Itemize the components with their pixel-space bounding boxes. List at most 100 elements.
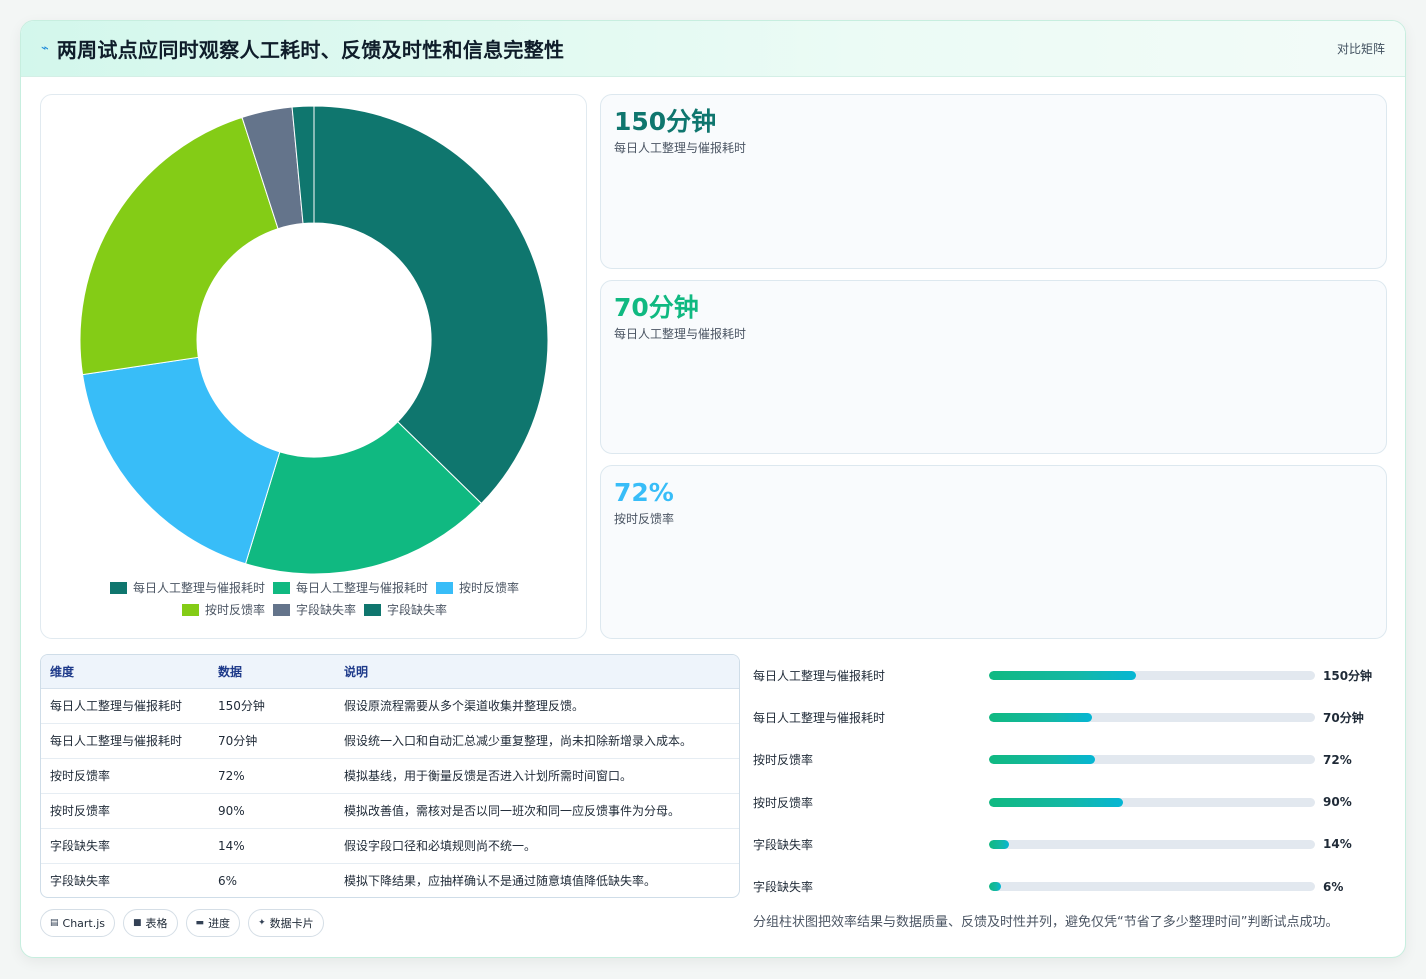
bar-row: 按时反馈率 72% xyxy=(753,739,1393,781)
bar-track xyxy=(989,839,1315,849)
cell-data: 14% xyxy=(209,828,335,864)
matrix-link[interactable]: 对比矩阵 xyxy=(1337,40,1385,57)
table-icon: ■ xyxy=(133,918,142,928)
legend-label: 字段缺失率 xyxy=(295,603,356,617)
progress-bars: 每日人工整理与催报耗时 150分钟 每日人工整理与催报耗时 70分钟 按时反馈率 72% 按… xyxy=(753,654,1393,908)
bolt-icon: ⌁ xyxy=(41,41,49,56)
bar-fill xyxy=(989,755,1095,765)
cell-dimension: 按时反馈率 xyxy=(41,758,209,794)
kpi-value: 70分钟 xyxy=(614,293,699,322)
cell-dimension: 字段缺失率 xyxy=(50,874,111,889)
bar-fill xyxy=(989,712,1092,722)
legend-item[interactable]: 每日人工整理与催报耗时 xyxy=(272,579,428,596)
column-header-dimension: 维度 xyxy=(41,655,209,689)
cell-dimension: 每日人工整理与催报耗时 xyxy=(41,688,209,724)
bar-track xyxy=(989,670,1315,680)
bar-label: 字段缺失率 xyxy=(753,880,814,895)
bar-label: 按时反馈率 xyxy=(753,753,814,768)
progress-icon: ▬ xyxy=(195,918,205,928)
tag-label: 表格 xyxy=(145,917,168,930)
tag-chip[interactable]: ■ 表格 xyxy=(123,909,178,937)
table-row: 按时反馈率 72% 模拟基线，用于衡量反馈是否进入计划所需时间窗口。 xyxy=(41,758,739,794)
tag-label: Chart.js xyxy=(62,916,106,930)
cell-note: 模拟下降结果，应抽样确认不是通过随意填值降低缺失率。 xyxy=(344,874,657,889)
legend-swatch xyxy=(364,603,381,616)
bar-track xyxy=(989,797,1315,807)
doughnut-slice[interactable] xyxy=(79,116,279,376)
header: ⌁ 两周试点应同时观察人工耗时、反馈及时性和信息完整性 对比矩阵 xyxy=(21,21,1405,77)
cell-note: 假设统一入口和自动汇总减少重复整理，尚未扣除新增录入成本。 xyxy=(335,723,739,759)
doughnut-chart-panel: 每日人工整理与催报耗时 每日人工整理与催报耗时 按时反馈率 按时反馈率 字段缺失率 字段缺… xyxy=(40,94,587,639)
doughnut-slice[interactable] xyxy=(82,356,281,565)
kpi-card-3: 72% 按时反馈率 xyxy=(600,465,1387,639)
kpi-label: 每日人工整理与催报耗时 xyxy=(614,327,747,341)
cell-note: 假设原流程需要从多个渠道收集并整理反馈。 xyxy=(335,688,739,724)
bar-value: 90% xyxy=(1323,795,1352,810)
bar-value: 6% xyxy=(1323,879,1344,894)
bar-fill xyxy=(989,670,1136,680)
kpi-card-2: 70分钟 每日人工整理与催报耗时 xyxy=(600,280,1387,454)
bar-row: 按时反馈率 90% xyxy=(753,781,1393,823)
footnote: 分组柱状图把效率结果与数据质量、反馈及时性并列，避免仅凭“节省了多少整理时间”判… xyxy=(753,915,1339,930)
table-row: 每日人工整理与催报耗时 70分钟 假设统一入口和自动汇总减少重复整理，尚未扣除新增录… xyxy=(41,723,739,759)
legend-item[interactable]: 每日人工整理与催报耗时 xyxy=(109,579,265,596)
column-header-note: 说明 xyxy=(335,655,739,689)
table-row: 字段缺失率 14% 假设字段口径和必填规则尚不统一。 xyxy=(41,828,739,864)
table-row: 每日人工整理与催报耗时 150分钟 假设原流程需要从多个渠道收集并整理反馈。 xyxy=(41,688,739,724)
legend-swatch xyxy=(109,581,127,594)
cell-note: 假设字段口径和必填规则尚不统一。 xyxy=(335,828,739,864)
kpi-label: 每日人工整理与催报耗时 xyxy=(614,141,747,155)
cell-note: 模拟基线，用于衡量反馈是否进入计划所需时间窗口。 xyxy=(335,758,739,794)
column-header-data: 数据 xyxy=(209,655,335,689)
legend-label: 每日人工整理与催报耗时 xyxy=(295,581,428,595)
tag-chip[interactable]: ▤ Chart.js xyxy=(40,909,116,937)
legend-item[interactable]: 字段缺失率 xyxy=(364,601,447,618)
bar-row: 字段缺失率 6% xyxy=(753,865,1393,907)
legend-item[interactable]: 字段缺失率 xyxy=(272,601,356,618)
legend-swatch xyxy=(181,603,199,616)
cell-data: 150分钟 xyxy=(209,688,335,724)
chart-legend: 每日人工整理与催报耗时 每日人工整理与催报耗时 按时反馈率 按时反馈率 字段缺失率 字段缺… xyxy=(41,579,588,623)
dashboard-card: ⌁ 两周试点应同时观察人工耗时、反馈及时性和信息完整性 对比矩阵 每日人工整理与… xyxy=(20,20,1406,958)
bar-label: 每日人工整理与催报耗时 xyxy=(753,710,886,725)
page-title: 两周试点应同时观察人工耗时、反馈及时性和信息完整性 xyxy=(56,38,565,62)
legend-label: 字段缺失率 xyxy=(387,603,448,617)
bar-value: 14% xyxy=(1323,837,1352,852)
tag-chip[interactable]: ▬ 进度 xyxy=(185,909,241,937)
kpi-value: 72% xyxy=(614,478,674,507)
card-icon: ✦ xyxy=(258,918,266,928)
doughnut-chart xyxy=(79,105,549,575)
chart-icon: ▤ xyxy=(50,918,59,928)
bar-value: 72% xyxy=(1323,752,1352,767)
legend-item[interactable]: 按时反馈率 xyxy=(436,579,519,596)
bar-fill xyxy=(989,882,1001,892)
kpi-value: 150分钟 xyxy=(614,107,717,136)
cell-data: 70分钟 xyxy=(209,723,335,759)
bar-fill xyxy=(989,839,1010,849)
bar-row: 字段缺失率 14% xyxy=(753,823,1393,865)
bar-label: 字段缺失率 xyxy=(753,837,814,852)
bar-track xyxy=(989,755,1315,765)
bar-label: 按时反馈率 xyxy=(753,795,814,810)
bar-fill xyxy=(989,797,1123,807)
cell-data: 6% xyxy=(218,873,238,888)
table-row: 字段缺失率 6% 模拟下降结果，应抽样确认不是通过随意填值降低缺失率。 xyxy=(41,863,739,897)
data-table: 维度 数据 说明 每日人工整理与催报耗时 150分钟 假设原流程需要从多个渠道收集并… xyxy=(40,654,740,898)
cell-data: 72% xyxy=(209,758,335,794)
legend-swatch xyxy=(272,603,290,616)
bar-track xyxy=(989,882,1315,892)
cell-dimension: 每日人工整理与催报耗时 xyxy=(41,723,209,759)
tag-chip[interactable]: ✦ 数据卡片 xyxy=(248,909,324,937)
tag-list: ▤ Chart.js ■ 表格 ▬ 进度 ✦ 数据卡片 xyxy=(40,909,324,937)
cell-dimension: 字段缺失率 xyxy=(41,828,209,864)
legend-row: 每日人工整理与催报耗时 每日人工整理与催报耗时 按时反馈率 xyxy=(41,579,588,601)
legend-label: 每日人工整理与催报耗时 xyxy=(132,581,265,595)
kpi-card-1: 150分钟 每日人工整理与催报耗时 xyxy=(600,94,1387,269)
cell-dimension: 按时反馈率 xyxy=(41,793,209,829)
cell-note: 模拟改善值，需核对是否以同一班次和同一应反馈事件为分母。 xyxy=(335,793,739,829)
cell-data: 90% xyxy=(209,793,335,829)
legend-swatch xyxy=(272,581,290,594)
legend-item[interactable]: 按时反馈率 xyxy=(181,601,265,618)
bar-row: 每日人工整理与催报耗时 150分钟 xyxy=(753,654,1393,696)
doughnut-slice[interactable] xyxy=(313,105,549,505)
